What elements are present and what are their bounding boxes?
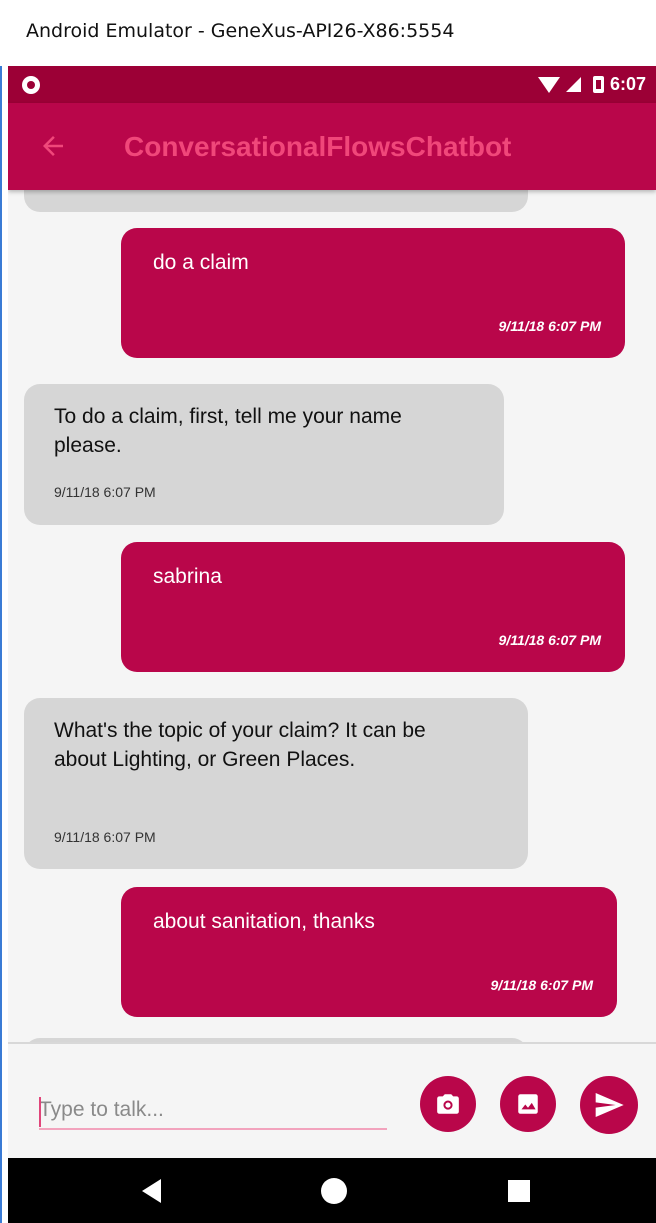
status-icons: 6:07 [537,72,646,97]
image-button[interactable] [500,1076,556,1132]
battery-icon [592,76,604,93]
wifi-icon [537,76,560,93]
composer-bar [8,1042,656,1158]
emulator-screen: 6:07 ConversationalFlowsChatbot do a cla… [8,66,656,1223]
message-text: sabrina [153,565,222,588]
message-time: 9/11/18 6:07 PM [54,484,156,500]
composer-divider [8,1042,656,1044]
send-icon [595,1093,624,1117]
status-time: 6:07 [609,74,646,94]
app-bar: ConversationalFlowsChatbot [8,103,656,190]
window-left-edge [0,0,2,1223]
send-button[interactable] [580,1076,638,1134]
message-time: 9/11/18 6:07 PM [498,318,601,334]
message-bubble-user: sabrina 9/11/18 6:07 PM [121,542,625,672]
message-text: do a claim [153,251,249,274]
talk-input[interactable] [39,1092,387,1130]
window-title: Android Emulator - GeneXus-API26-X86:555… [0,0,656,66]
message-bubble-bot: What's the topic of your claim? It can b… [24,698,528,869]
message-time: 9/11/18 6:07 PM [490,977,593,993]
app-title: ConversationalFlowsChatbot [124,131,512,162]
camera-button[interactable] [420,1076,476,1132]
message-time: 9/11/18 6:07 PM [54,829,156,845]
image-icon [518,1094,538,1114]
recents-square-icon[interactable] [508,1180,530,1202]
message-bubble-bot: To do a claim, first, tell me your name … [24,384,504,525]
status-bar: 6:07 [8,66,656,103]
back-triangle-icon[interactable] [142,1179,161,1203]
signal-icon [565,77,581,92]
message-bubble-user: about sanitation, thanks 9/11/18 6:07 PM [121,887,617,1017]
message-bubble-bot-partial [24,190,528,212]
chat-thread[interactable]: do a claim 9/11/18 6:07 PM To do a claim… [8,190,656,1042]
notification-dot-icon [22,76,40,94]
arrow-left-icon[interactable] [38,131,68,161]
camera-icon [437,1094,459,1114]
navigation-bar [8,1158,656,1223]
message-text: about sanitation, thanks [153,910,375,933]
message-text: To do a claim, first, tell me your name … [54,405,402,457]
message-text: What's the topic of your claim? It can b… [54,719,426,771]
home-circle-icon[interactable] [321,1178,347,1204]
text-caret [39,1097,41,1127]
message-time: 9/11/18 6:07 PM [498,632,601,648]
message-bubble-user: do a claim 9/11/18 6:07 PM [121,228,625,358]
